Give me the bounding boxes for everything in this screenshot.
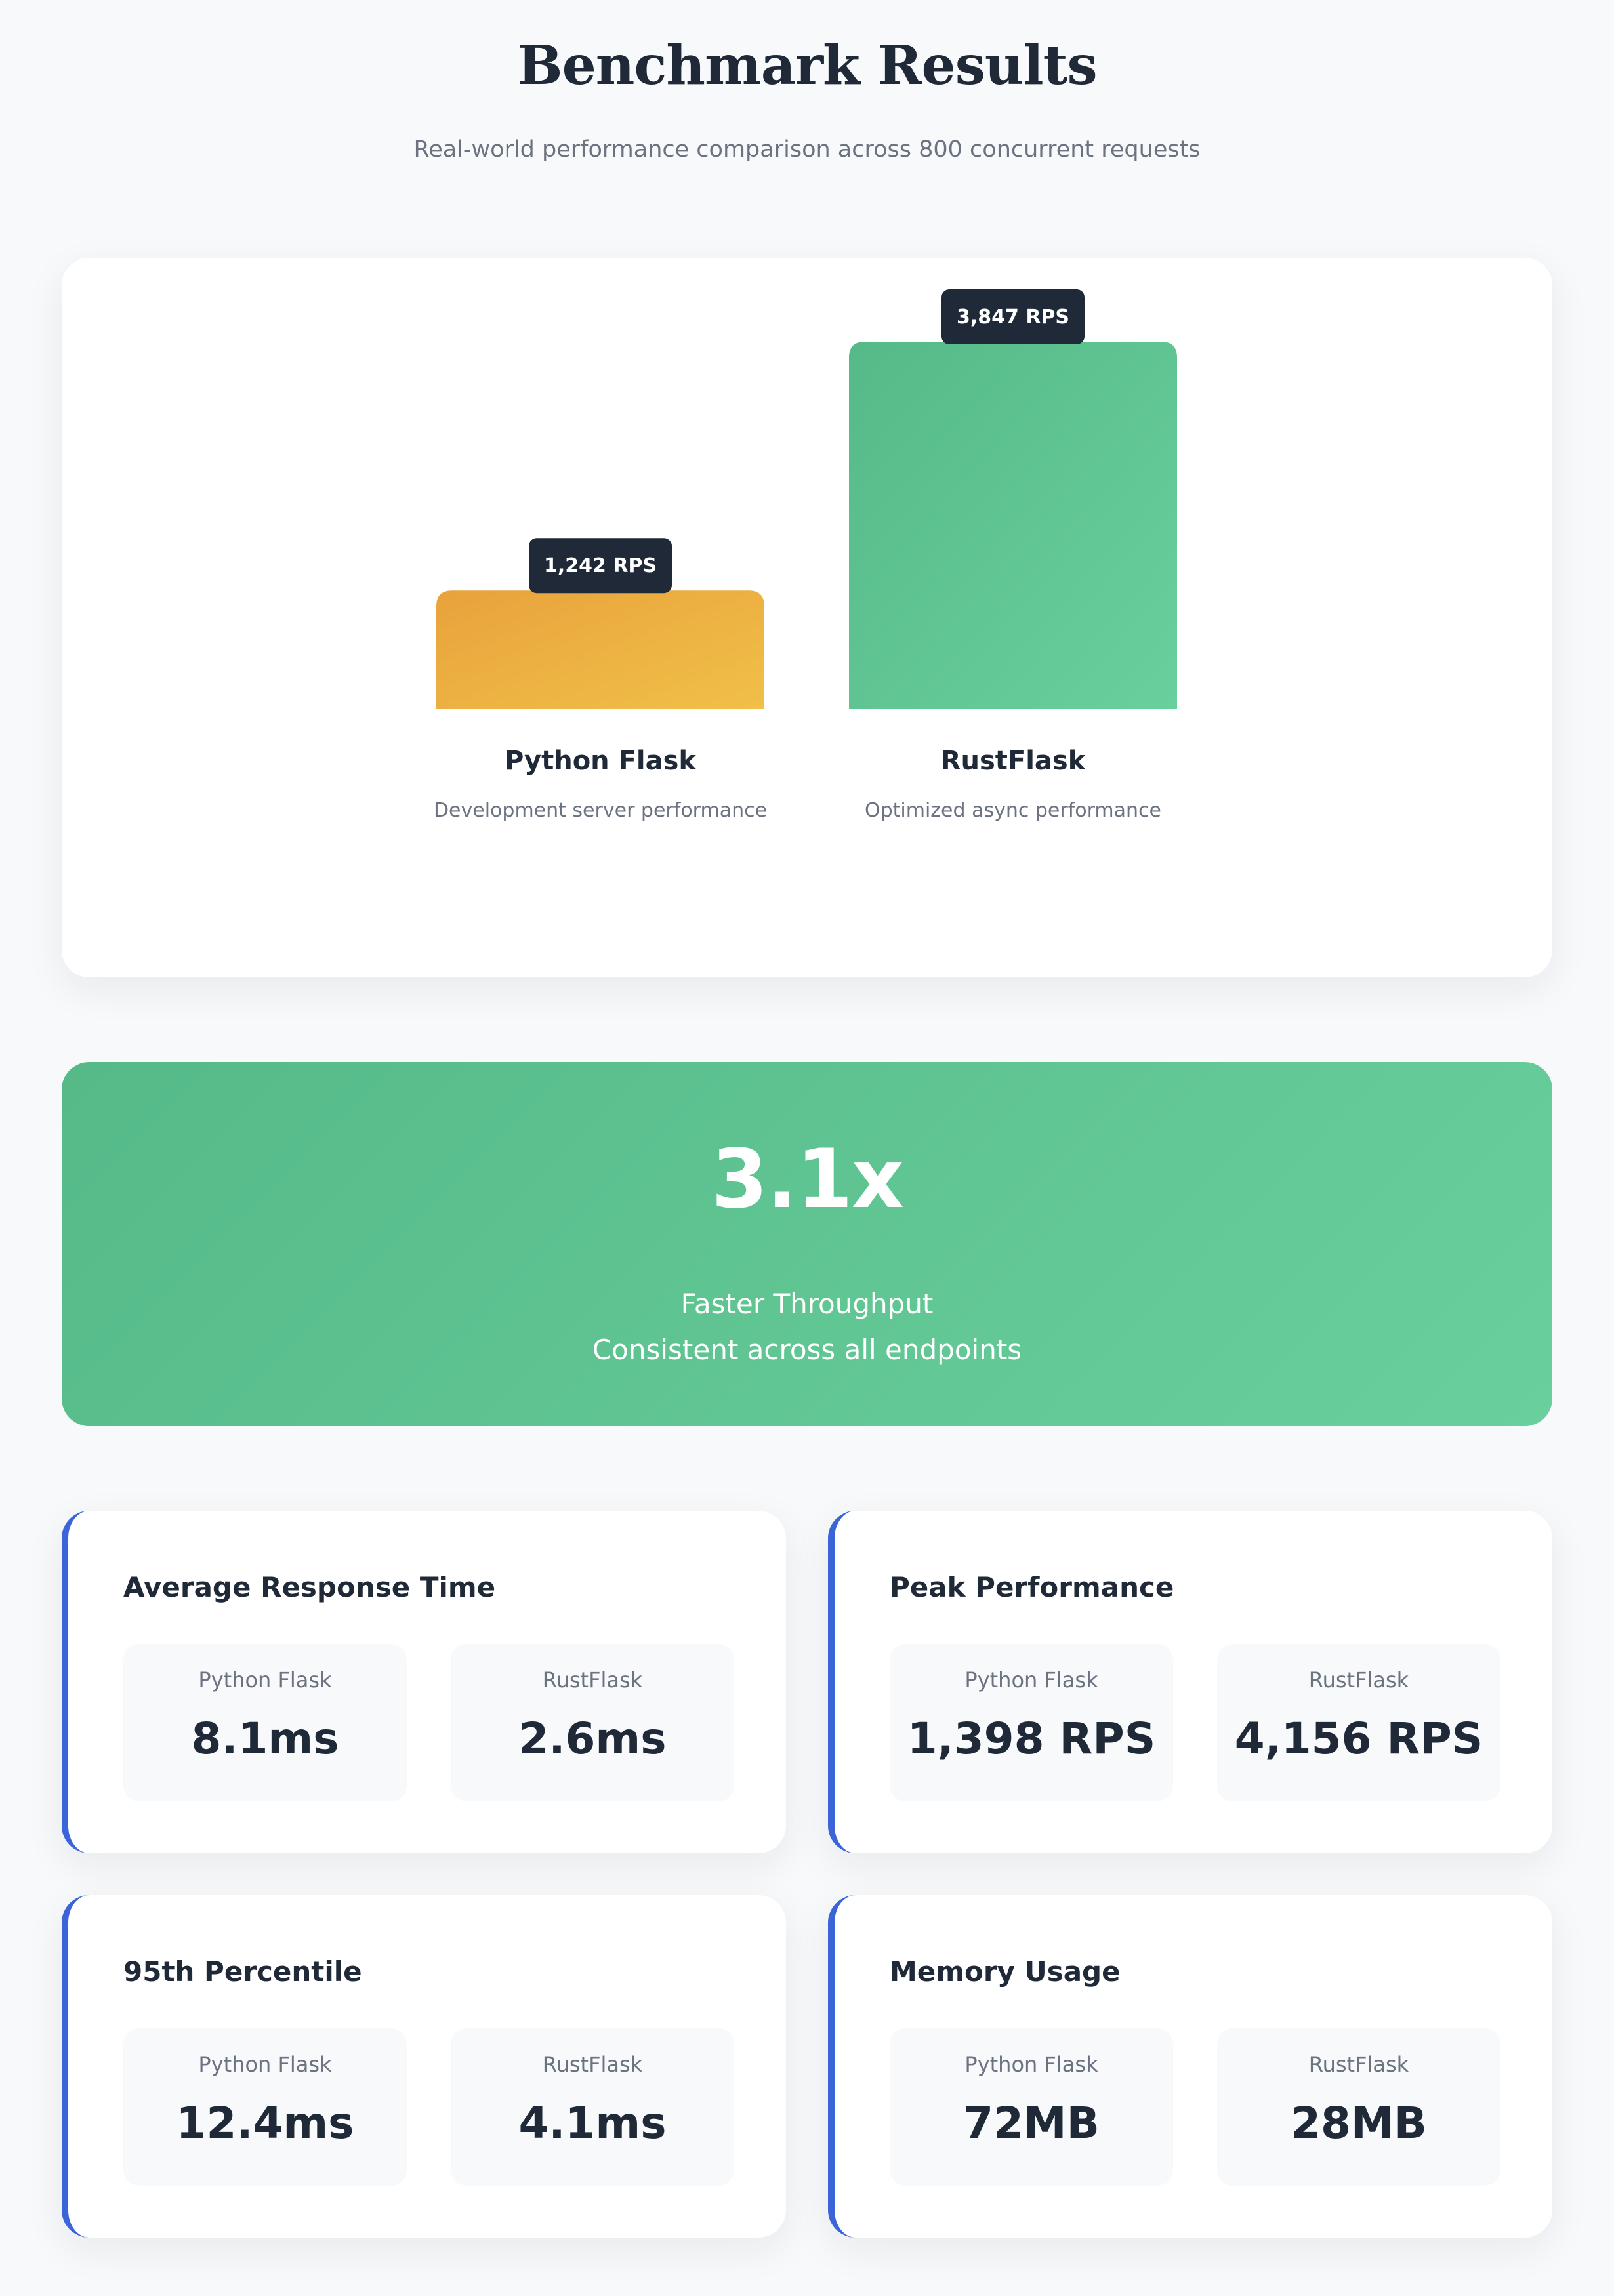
bar-chart: 1,242 RPS Python Flask Development server … xyxy=(434,289,1177,822)
metric-label: Python Flask xyxy=(964,1668,1098,1692)
bar-0 xyxy=(436,590,764,709)
metric-value: 1,398 RPS xyxy=(907,1713,1156,1764)
metric-card-peak-performance: Peak Performance Python Flask 1,398 RPS … xyxy=(828,1511,1552,1853)
page-title: Benchmark Results xyxy=(517,34,1097,97)
metric-value: 4.1ms xyxy=(518,2098,667,2148)
speedup-highlight: 3.1x Faster Throughput Consistent across… xyxy=(62,1062,1552,1426)
category-label-0: Python Flask xyxy=(505,746,697,776)
metric-value: 72MB xyxy=(963,2098,1100,2148)
metric-card-average-response-time: Average Response Time Python Flask 8.1ms… xyxy=(62,1511,786,1853)
metric-python-box: Python Flask 12.4ms xyxy=(123,2028,407,2186)
metric-rust-box: RustFlask 4.1ms xyxy=(451,2028,734,2186)
bar-value-label-0: 1,242 RPS xyxy=(544,554,657,577)
speedup-value: 3.1x xyxy=(711,1132,904,1227)
metric-label: RustFlask xyxy=(1308,2052,1409,2077)
metric-value: 2.6ms xyxy=(518,1713,667,1764)
metric-label: Python Flask xyxy=(198,2052,332,2077)
metric-title: Peak Performance xyxy=(890,1571,1174,1603)
metric-title: Average Response Time xyxy=(123,1571,496,1603)
metric-card-95th-percentile: 95th Percentile Python Flask 12.4ms Rust… xyxy=(62,1895,786,2238)
metric-title: 95th Percentile xyxy=(123,1956,362,1988)
metric-python-box: Python Flask 72MB xyxy=(890,2028,1173,2186)
bar-value-label-1: 3,847 RPS xyxy=(957,306,1069,329)
metric-python-box: Python Flask 1,398 RPS xyxy=(890,1644,1173,1801)
metric-label: RustFlask xyxy=(542,1668,643,1692)
category-description-1: Optimized async performance xyxy=(865,799,1161,822)
metric-value: 4,156 RPS xyxy=(1234,1713,1483,1764)
metric-rust-box: RustFlask 2.6ms xyxy=(451,1644,734,1801)
metric-title: Memory Usage xyxy=(890,1956,1121,1988)
metric-value: 28MB xyxy=(1291,2098,1427,2148)
metric-value: 8.1ms xyxy=(191,1713,339,1764)
speedup-caption: Faster Throughput xyxy=(680,1288,934,1320)
metric-label: RustFlask xyxy=(542,2052,643,2077)
page-subtitle: Real-world performance comparison across… xyxy=(413,136,1201,163)
metric-value: 12.4ms xyxy=(176,2098,354,2148)
chart-card: 1,242 RPS Python Flask Development server … xyxy=(62,258,1552,977)
metric-python-box: Python Flask 8.1ms xyxy=(123,1644,407,1801)
bar-1 xyxy=(849,342,1177,709)
category-label-1: RustFlask xyxy=(941,746,1086,776)
category-description-0: Development server performance xyxy=(434,799,767,822)
metric-label: RustFlask xyxy=(1308,1668,1409,1692)
metric-rust-box: RustFlask 28MB xyxy=(1217,2028,1500,2186)
metric-rust-box: RustFlask 4,156 RPS xyxy=(1217,1644,1500,1801)
metric-card-memory-usage: Memory Usage Python Flask 72MB RustFlask… xyxy=(828,1895,1552,2238)
metric-label: Python Flask xyxy=(964,2052,1098,2077)
metric-label: Python Flask xyxy=(198,1668,332,1692)
speedup-note: Consistent across all endpoints xyxy=(592,1334,1022,1366)
